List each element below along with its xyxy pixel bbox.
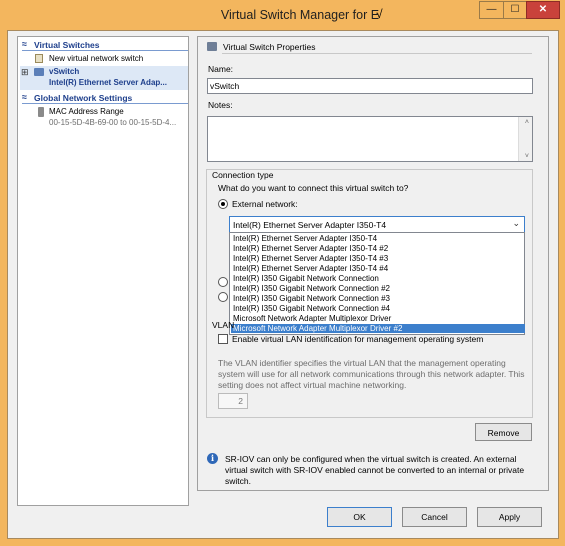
external-network-radio[interactable] [218, 199, 228, 209]
external-network-label: External network: [232, 199, 298, 209]
dropdown-option[interactable]: Intel(R) Ethernet Server Adapter I350-T4… [233, 264, 388, 273]
name-input[interactable]: vSwitch [207, 78, 533, 94]
dropdown-option[interactable]: Intel(R) Ethernet Server Adapter I350-T4… [233, 244, 388, 253]
network-switch-icon [34, 68, 44, 76]
radio-selected-dot [221, 202, 225, 206]
dropdown-option[interactable]: Intel(R) I350 Gigabit Network Connection [233, 274, 379, 283]
private-network-radio[interactable] [218, 292, 228, 302]
mac-range-icon [38, 107, 44, 117]
connection-question: What do you want to connect this virtual… [218, 183, 409, 193]
ok-button[interactable]: OK [327, 507, 392, 527]
connection-type-label: Connection type [212, 170, 274, 180]
dropdown-option[interactable]: Intel(R) I350 Gigabit Network Connection… [233, 304, 390, 313]
properties-divider [222, 53, 532, 54]
global-network-settings-header[interactable]: Global Network Settings [34, 93, 132, 103]
new-virtual-switch-item[interactable]: New virtual network switch [49, 54, 143, 63]
close-button[interactable]: ✕ [526, 1, 560, 19]
sriov-note-line: switch. [225, 476, 251, 486]
title-mark: √ [376, 7, 383, 21]
notes-label: Notes: [208, 100, 233, 110]
new-switch-icon [35, 54, 43, 63]
notes-textarea[interactable]: ˄ ˅ [207, 116, 533, 162]
navigation-pane: ≈ Virtual Switches New virtual network s… [17, 36, 189, 506]
header-divider [22, 50, 188, 51]
dropdown-option[interactable]: Microsoft Network Adapter Multiplexor Dr… [233, 314, 391, 323]
cancel-button[interactable]: Cancel [402, 507, 467, 527]
internal-network-radio[interactable] [218, 277, 228, 287]
network-switch-icon [207, 42, 217, 51]
adapter-select[interactable]: Intel(R) Ethernet Server Adapter I350-T4… [229, 216, 525, 233]
apply-button[interactable]: Apply [477, 507, 542, 527]
dropdown-option-highlighted[interactable]: Microsoft Network Adapter Multiplexor Dr… [231, 324, 525, 333]
chevron-down-icon[interactable]: ⌄ [512, 218, 520, 229]
window-title: Virtual Switch Manager for E [220, 8, 380, 22]
info-icon: i [207, 453, 218, 464]
dropdown-option[interactable]: Intel(R) Ethernet Server Adapter I350-T4… [233, 254, 388, 263]
mac-address-range-item[interactable]: MAC Address Range [49, 107, 124, 116]
scroll-up-icon[interactable]: ˄ [525, 119, 529, 126]
adapter-dropdown-list[interactable]: Intel(R) Ethernet Server Adapter I350-T4… [229, 232, 525, 335]
vlan-description-line: setting does not affect virtual machine … [218, 380, 407, 390]
expand-icon[interactable]: ⊞ [21, 67, 29, 78]
vswitch-adapter-label: Intel(R) Ethernet Server Adap... [49, 78, 167, 87]
vlan-description-line: system will use for all network communic… [218, 369, 525, 379]
scroll-down-icon[interactable]: ˅ [525, 153, 529, 160]
title-bar[interactable]: Virtual Switch Manager for E √ — ☐ ✕ [0, 0, 565, 30]
remove-button[interactable]: Remove [475, 423, 532, 441]
properties-header: Virtual Switch Properties [223, 42, 316, 52]
adapter-select-value: Intel(R) Ethernet Server Adapter I350-T4 [233, 220, 387, 230]
dropdown-option[interactable]: Intel(R) I350 Gigabit Network Connection… [233, 284, 390, 293]
vlan-checkbox[interactable] [218, 334, 228, 344]
sriov-note-line: SR-IOV can only be configured when the v… [225, 454, 517, 464]
vlan-id-input[interactable]: 2 [218, 393, 248, 409]
vlan-label: VLAN [212, 320, 235, 330]
collapse-global-settings-icon[interactable]: ≈ [22, 92, 27, 102]
dropdown-option[interactable]: Intel(R) Ethernet Server Adapter I350-T4 [233, 234, 377, 243]
collapse-virtual-switches-icon[interactable]: ≈ [22, 39, 27, 49]
vlan-description-line: The VLAN identifier specifies the virtua… [218, 358, 506, 368]
name-label: Name: [208, 64, 234, 74]
maximize-button[interactable]: ☐ [503, 1, 526, 19]
virtual-switches-header[interactable]: Virtual Switches [34, 40, 100, 50]
vlan-checkbox-label: Enable virtual LAN identification for ma… [232, 334, 484, 344]
dropdown-option[interactable]: Intel(R) I350 Gigabit Network Connection… [233, 294, 390, 303]
mac-range-value: 00-15-5D-4B-69-00 to 00-15-5D-4... [49, 118, 177, 127]
header-divider [22, 103, 188, 104]
minimize-button[interactable]: — [479, 1, 503, 19]
vswitch-item[interactable]: vSwitch [49, 67, 79, 76]
sriov-note-line: virtual switch with SR-IOV enabled canno… [225, 465, 525, 475]
